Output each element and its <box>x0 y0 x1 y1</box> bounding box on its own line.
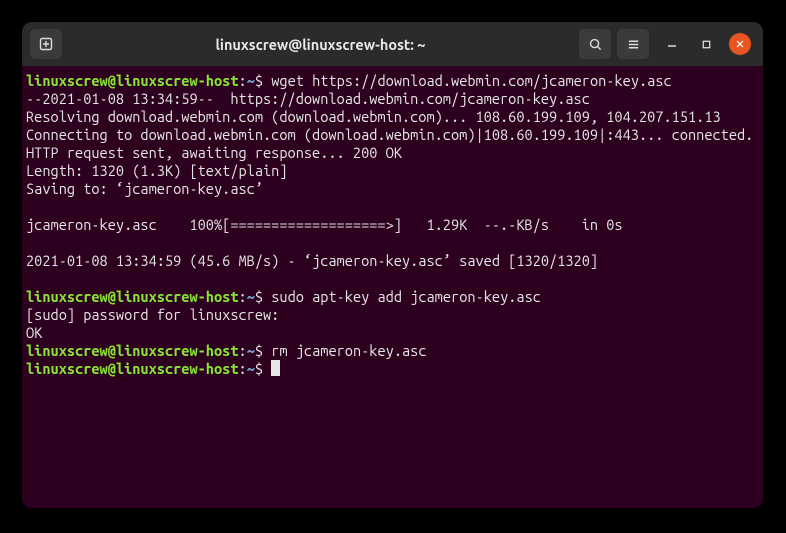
window-title: linuxscrew@linuxscrew-host: ~ <box>68 36 573 53</box>
output-line: Resolving download.webmin.com (download.… <box>26 108 721 125</box>
cmd-wget: wget https://download.webmin.com/jcamero… <box>263 72 672 89</box>
maximize-button[interactable] <box>695 33 717 55</box>
output-line: OK <box>26 324 42 341</box>
output-line: --2021-01-08 13:34:59-- https://download… <box>26 90 590 107</box>
cmd-aptkey: sudo apt-key add jcameron-key.asc <box>263 288 541 305</box>
prompt-userhost: linuxscrew@linuxscrew-host <box>26 342 239 359</box>
minimize-button[interactable] <box>661 33 683 55</box>
output-line: Length: 1320 (1.3K) [text/plain] <box>26 162 288 179</box>
cmd-rm: rm jcameron-key.asc <box>263 342 426 359</box>
prompt-symbol: $ <box>255 342 263 359</box>
prompt-sep: : <box>239 342 247 359</box>
prompt-userhost: linuxscrew@linuxscrew-host <box>26 288 239 305</box>
prompt-sep: : <box>239 360 247 377</box>
output-line: Connecting to download.webmin.com (downl… <box>26 126 753 143</box>
search-button[interactable] <box>579 29 611 59</box>
prompt-symbol: $ <box>255 72 263 89</box>
prompt-symbol: $ <box>255 360 263 377</box>
search-icon <box>588 37 603 52</box>
cmd-empty <box>263 360 271 377</box>
prompt-path: ~ <box>247 288 255 305</box>
titlebar: linuxscrew@linuxscrew-host: ~ <box>22 22 763 66</box>
terminal-window: linuxscrew@linuxscrew-host: ~ linuxscrew… <box>22 22 763 508</box>
hamburger-icon <box>626 37 641 52</box>
prompt-path: ~ <box>247 342 255 359</box>
output-line: jcameron-key.asc 100%[==================… <box>26 216 623 233</box>
close-button[interactable] <box>729 33 751 55</box>
output-line: 2021-01-08 13:34:59 (45.6 MB/s) - ‘jcame… <box>26 252 598 269</box>
prompt-path: ~ <box>247 360 255 377</box>
output-line: HTTP request sent, awaiting response... … <box>26 144 402 161</box>
output-line: [sudo] password for linuxscrew: <box>26 306 279 323</box>
prompt-sep: : <box>239 288 247 305</box>
menu-button[interactable] <box>617 29 649 59</box>
minimize-icon <box>666 38 678 50</box>
prompt-path: ~ <box>247 72 255 89</box>
cursor <box>271 360 280 376</box>
new-tab-button[interactable] <box>30 29 62 59</box>
output-line: Saving to: ‘jcameron-key.asc’ <box>26 180 263 197</box>
prompt-userhost: linuxscrew@linuxscrew-host <box>26 72 239 89</box>
window-controls <box>661 33 751 55</box>
maximize-icon <box>701 39 712 50</box>
close-icon <box>735 39 745 49</box>
terminal-body[interactable]: linuxscrew@linuxscrew-host:~$ wget https… <box>22 66 763 382</box>
prompt-sep: : <box>239 72 247 89</box>
prompt-userhost: linuxscrew@linuxscrew-host <box>26 360 239 377</box>
prompt-symbol: $ <box>255 288 263 305</box>
